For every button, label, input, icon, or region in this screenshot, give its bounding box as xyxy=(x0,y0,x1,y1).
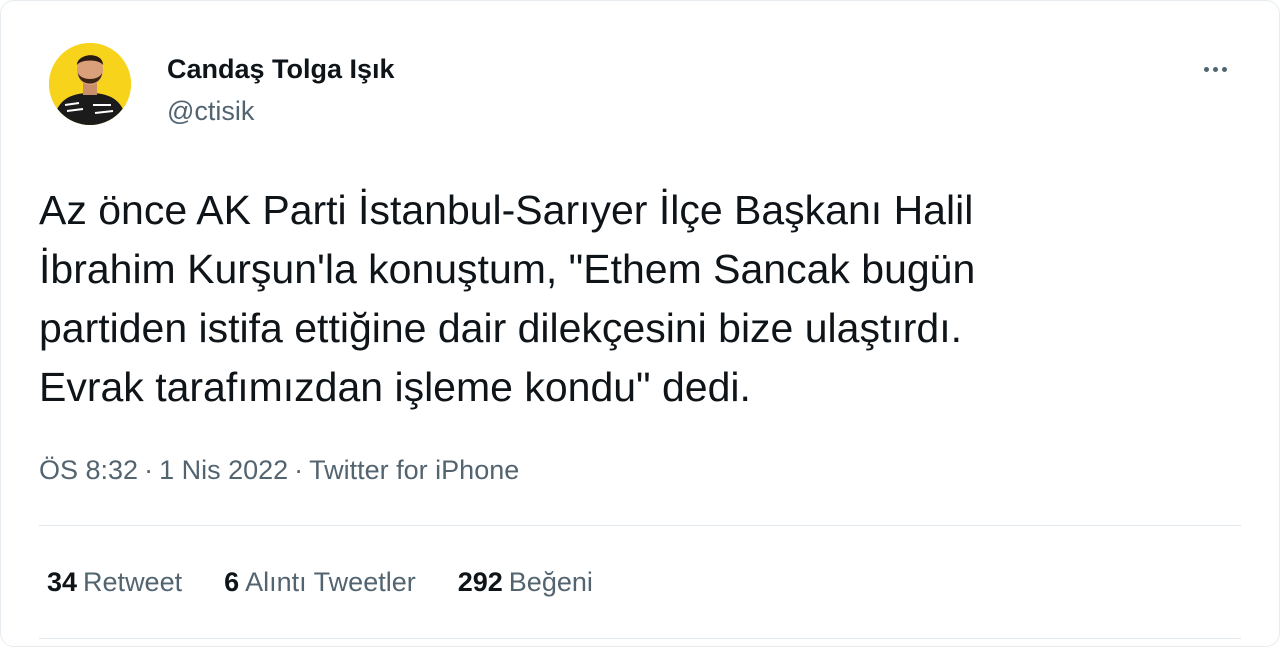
retweet-count: 34 xyxy=(47,567,78,597)
quote-tweets-label: Alıntı Tweetler xyxy=(245,567,416,597)
tweet-metadata: ÖS 8:32 · 1 Nis 2022 · Twitter for iPhone xyxy=(39,452,519,488)
more-horizontal-icon-dot xyxy=(1212,66,1218,72)
tweet-card: Candaş Tolga Işık @ctisik Az önce AK Par… xyxy=(0,0,1280,647)
more-options-button[interactable] xyxy=(1195,57,1235,81)
retweet-count-link[interactable]: 34 Retweet xyxy=(47,564,182,600)
quote-tweets-count: 6 xyxy=(224,567,240,597)
author-display-name[interactable]: Candaş Tolga Işık xyxy=(167,51,395,87)
tweet-stats: 34 Retweet 6 Alıntı Tweetler 292 Beğeni xyxy=(47,564,593,600)
author-info: Candaş Tolga Işık @ctisik xyxy=(167,51,395,129)
tweet-text: Az önce AK Parti İstanbul-Sarıyer İlçe B… xyxy=(39,187,976,410)
tweet-date[interactable]: 1 Nis 2022 xyxy=(159,455,288,485)
likes-label: Beğeni xyxy=(508,567,593,597)
quote-tweets-link[interactable]: 6 Alıntı Tweetler xyxy=(224,564,416,600)
likes-link[interactable]: 292 Beğeni xyxy=(458,564,593,600)
more-horizontal-icon-dot xyxy=(1221,66,1227,72)
tweet-time[interactable]: ÖS 8:32 xyxy=(39,455,138,485)
divider xyxy=(39,525,1241,526)
avatar[interactable] xyxy=(49,43,131,125)
author-handle[interactable]: @ctisik xyxy=(167,93,395,129)
avatar-image xyxy=(49,43,131,125)
likes-count: 292 xyxy=(457,567,503,597)
divider xyxy=(39,638,1241,639)
more-horizontal-icon xyxy=(1203,66,1209,72)
tweet-header: Candaş Tolga Işık @ctisik xyxy=(49,43,1249,139)
tweet-source[interactable]: Twitter for iPhone xyxy=(309,455,519,485)
meta-separator: · xyxy=(294,455,304,485)
meta-separator: · xyxy=(144,455,154,485)
retweet-label: Retweet xyxy=(83,567,183,597)
